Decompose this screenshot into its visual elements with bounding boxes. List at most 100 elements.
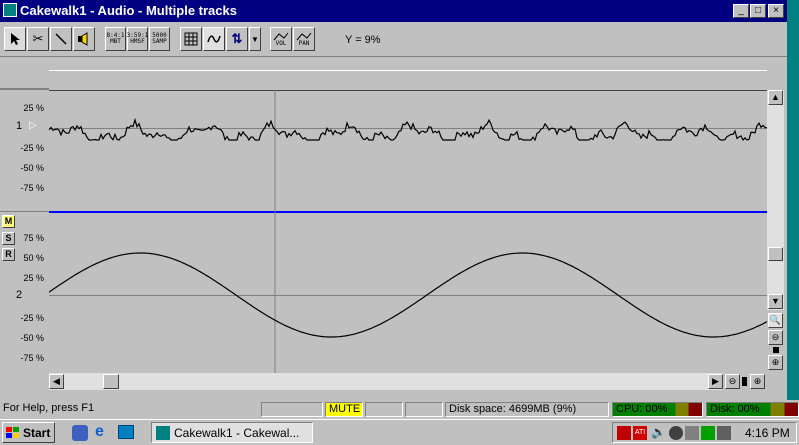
waveform-icon	[207, 35, 221, 43]
taskbar: Start e Cakewalk1 - Cakewal... ATI 🔈 4:1…	[0, 419, 799, 445]
mbt-button[interactable]: 8:4:1 MBT	[105, 27, 126, 51]
dropdown-arrow-icon: ▼	[251, 34, 259, 44]
scroll-left-button[interactable]: ◀	[49, 374, 64, 389]
scroll-right-button[interactable]: ▶	[708, 374, 723, 389]
track-gutter-top	[0, 88, 49, 90]
desktop-edge	[787, 0, 799, 402]
volume-envelope-button[interactable]: VOL	[270, 27, 292, 51]
quicklaunch-desktop-icon[interactable]	[118, 425, 134, 439]
zoom-slider-horizontal[interactable]	[742, 377, 747, 386]
clock: 4:16 PM	[745, 426, 790, 440]
track-2-label-neg25: -25 %	[20, 313, 44, 323]
tray-icon-1[interactable]	[617, 426, 631, 440]
horizontal-scrollbar[interactable]: ◀ ▶	[49, 373, 723, 390]
help-text: For Help, press F1	[3, 402, 95, 414]
app-icon[interactable]	[3, 3, 17, 17]
zoom-out-horizontal-button[interactable]: ⊖	[725, 374, 740, 389]
audio-tool-button[interactable]	[73, 27, 95, 51]
draw-line-tool-button[interactable]	[50, 27, 72, 51]
track-1-waveform	[49, 117, 767, 142]
pan-envelope-button[interactable]: PAN	[293, 27, 315, 51]
vertical-scroll-thumb[interactable]	[768, 247, 783, 261]
status-cell-empty-3	[405, 402, 443, 417]
track-1-label-neg50: -50 %	[20, 163, 44, 173]
track-1-label-neg75: -75 %	[20, 183, 44, 193]
tray-icon-5[interactable]	[685, 426, 699, 440]
title-bar[interactable]: Cakewalk1 - Audio - Multiple tracks _ □ …	[0, 0, 787, 22]
select-tool-button[interactable]	[4, 27, 26, 51]
tray-icon-6[interactable]	[701, 426, 715, 440]
disk-meter-label: Disk: 00%	[710, 403, 760, 415]
track-1-play-marker[interactable]: ▷	[29, 120, 37, 131]
task-button-cakewalk[interactable]: Cakewalk1 - Cakewal...	[151, 422, 313, 443]
track-1-number: 1	[16, 120, 23, 132]
up-down-arrows-icon: ⇅	[231, 31, 243, 46]
track-1-label-neg25: -25 %	[20, 143, 44, 153]
time-ruler	[0, 56, 787, 88]
line-icon	[55, 33, 67, 45]
track-1-label-25: 25 %	[23, 103, 44, 113]
up-arrow-icon: ▲	[771, 92, 780, 102]
right-arrow-icon: ▶	[712, 376, 719, 386]
zoom-out-vertical-button[interactable]: ⊖	[768, 330, 783, 345]
zoom-tool-button[interactable]: 🔍	[768, 313, 783, 328]
disk-meter: Disk: 00%	[706, 402, 799, 417]
status-cell-empty-2	[365, 402, 403, 417]
tray-volume-icon[interactable]: 🔈	[651, 425, 666, 439]
track-2-label-25: 25 %	[23, 273, 44, 283]
mute-indicator: MUTE	[325, 402, 363, 417]
grid-icon	[184, 32, 198, 46]
cakewalk-task-icon	[156, 425, 170, 440]
cpu-meter-label: CPU: 00%	[616, 403, 668, 415]
samp-button[interactable]: 5000 SAMP	[149, 27, 170, 51]
task-label: Cakewalk1 - Cakewal...	[174, 425, 300, 440]
waveform-view-button[interactable]	[203, 27, 225, 51]
dropdown-button[interactable]: ▼	[249, 27, 261, 51]
vertical-scrollbar[interactable]: ▲ ▼	[767, 90, 784, 310]
minimize-button[interactable]: _	[733, 4, 749, 18]
track-2-number: 2	[16, 289, 23, 301]
gutter-divider	[0, 211, 49, 212]
track-2-waveform	[49, 252, 767, 338]
left-arrow-icon: ◀	[53, 376, 60, 386]
up-down-arrows-button[interactable]: ⇅	[226, 27, 248, 51]
status-cell-empty-1	[261, 402, 323, 417]
zoom-out-icon: ⊖	[771, 332, 780, 342]
quicklaunch-ie-icon[interactable]: e	[95, 423, 104, 441]
speaker-icon	[78, 32, 88, 46]
scroll-up-button[interactable]: ▲	[768, 90, 783, 105]
zoom-slider-vertical[interactable]	[773, 347, 779, 353]
zoom-in-icon: ⊕	[771, 357, 780, 367]
mute-button[interactable]: M	[2, 215, 15, 228]
scissors-tool-button[interactable]: ✂	[27, 27, 49, 51]
tray-ati-icon[interactable]: ATI	[633, 426, 647, 440]
scroll-down-button[interactable]: ▼	[768, 294, 783, 309]
start-label: Start	[23, 425, 51, 440]
arrow-cursor-icon	[11, 33, 20, 45]
magnifier-icon: 🔍	[769, 315, 782, 325]
window-title: Cakewalk1 - Audio - Multiple tracks	[20, 3, 237, 18]
quicklaunch-outlook-icon[interactable]	[72, 425, 88, 441]
tray-icon-7[interactable]	[717, 426, 731, 440]
close-button[interactable]: ×	[768, 4, 784, 18]
down-arrow-icon: ▼	[771, 296, 780, 306]
system-tray: ATI 🔈 4:16 PM	[612, 422, 797, 443]
maximize-button[interactable]: □	[750, 4, 766, 18]
hmsf-button[interactable]: 3:59:1 HMSF	[127, 27, 148, 51]
zoom-in-horizontal-button[interactable]: ⊕	[750, 374, 765, 389]
track-2-label-75: 75 %	[23, 233, 44, 243]
horizontal-scroll-thumb[interactable]	[103, 374, 119, 389]
zoom-in-vertical-button[interactable]: ⊕	[768, 355, 783, 370]
cpu-meter: CPU: 00%	[612, 402, 703, 417]
disk-space-indicator: Disk space: 4699MB (9%)	[445, 402, 609, 417]
tray-icon-4[interactable]	[669, 426, 683, 440]
zoom-out-h-icon: ⊖	[728, 376, 737, 386]
grid-button[interactable]	[180, 27, 202, 51]
windows-logo-icon	[6, 426, 19, 438]
scissors-icon: ✂	[32, 31, 44, 46]
ruler-line	[49, 70, 767, 71]
track-2-label-50: 50 %	[23, 253, 44, 263]
track-2-label-neg50: -50 %	[20, 333, 44, 343]
y-value-readout: Y = 9%	[345, 34, 381, 46]
start-button[interactable]: Start	[2, 422, 55, 443]
